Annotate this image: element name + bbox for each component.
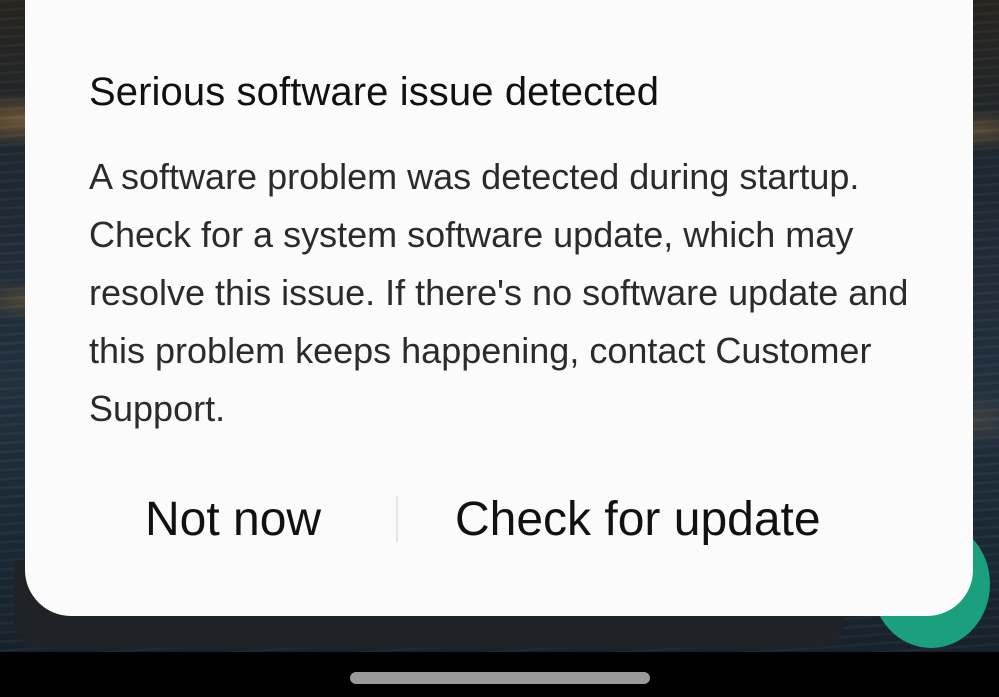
check-for-update-button[interactable]: Check for update xyxy=(455,488,821,552)
button-divider xyxy=(396,496,398,542)
not-now-button[interactable]: Not now xyxy=(145,488,321,552)
dialog-title: Serious software issue detected xyxy=(89,70,660,114)
dialog-actions: Not now Check for update xyxy=(25,488,973,552)
dialog-message: A software problem was detected during s… xyxy=(89,156,909,429)
error-dialog: Serious software issue detected A softwa… xyxy=(25,0,973,616)
home-gesture-handle[interactable] xyxy=(350,672,650,684)
